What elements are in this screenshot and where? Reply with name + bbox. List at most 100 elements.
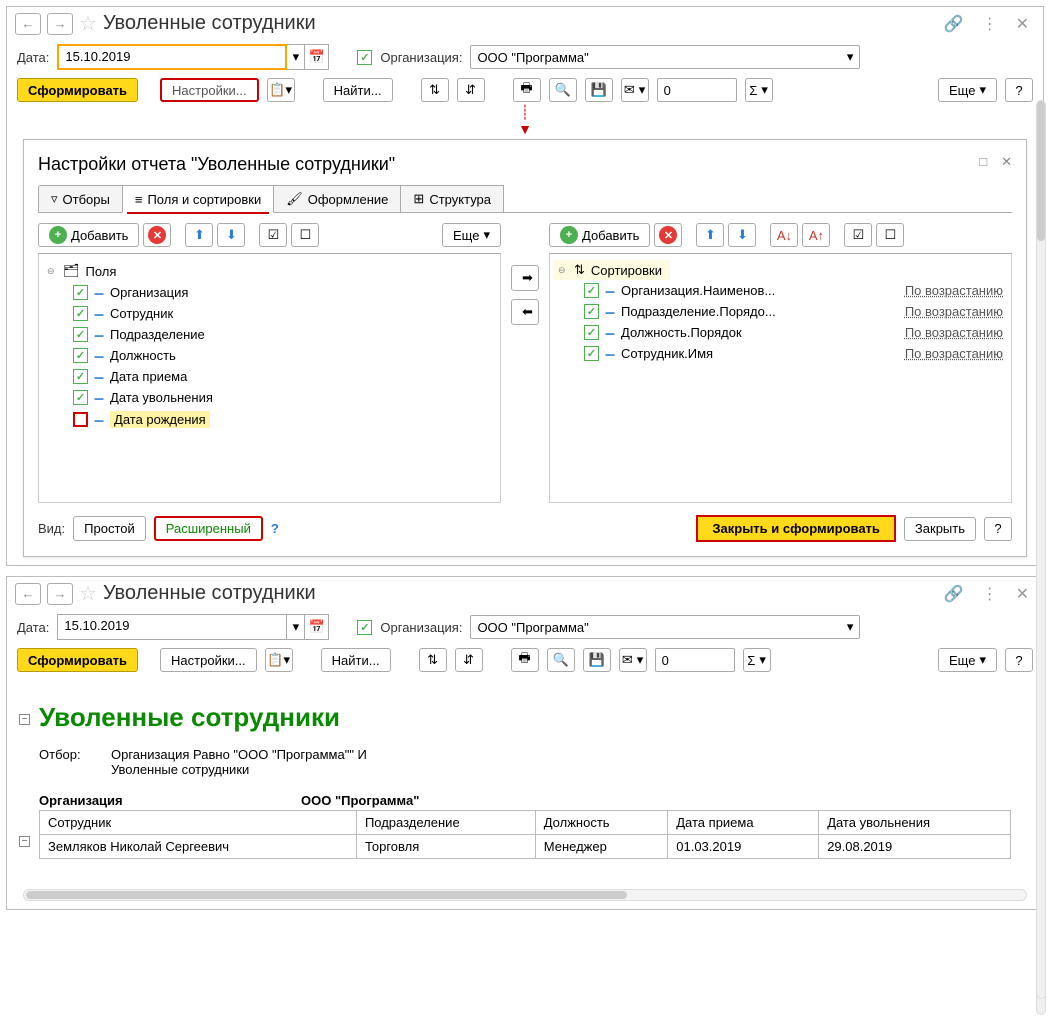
- chevron-down-icon[interactable]: ▾: [847, 619, 854, 635]
- move-down-button[interactable]: ⬇: [217, 223, 245, 247]
- sort-dir[interactable]: По возрастанию: [905, 304, 1003, 319]
- print-button[interactable]: 🖶: [511, 648, 539, 672]
- field-item[interactable]: ✓–Сотрудник: [43, 303, 496, 324]
- move-up-button[interactable]: ⬆: [185, 223, 213, 247]
- fields-root[interactable]: ⊖ 🗂 Поля: [43, 260, 496, 282]
- chevron-down-icon[interactable]: ▾: [847, 49, 854, 65]
- sort-dir[interactable]: По возрастанию: [905, 325, 1003, 340]
- preview-button[interactable]: 🔍: [549, 78, 577, 102]
- help-button[interactable]: ?: [1005, 648, 1033, 672]
- uncheck-all-button[interactable]: ☐: [291, 223, 319, 247]
- move-right-button[interactable]: ➡: [511, 265, 539, 291]
- group-toggle-icon[interactable]: −: [19, 714, 30, 725]
- delete-sort-button[interactable]: ✕: [654, 223, 682, 247]
- sort-dir[interactable]: По возрастанию: [905, 283, 1003, 298]
- sort-asc-button[interactable]: A↓: [770, 223, 798, 247]
- close-icon[interactable]: ✕: [1010, 12, 1035, 36]
- generate-button[interactable]: Сформировать: [17, 648, 138, 672]
- number-input[interactable]: 0: [657, 78, 737, 102]
- collapse-groups-button[interactable]: ⇵: [457, 78, 485, 102]
- tab-format[interactable]: 🖌Оформление: [273, 185, 401, 212]
- help-link[interactable]: ?: [271, 521, 279, 536]
- sort-dir[interactable]: По возрастанию: [905, 346, 1003, 361]
- variants-button[interactable]: 📋▾: [267, 78, 295, 102]
- group-toggle-icon[interactable]: −: [19, 836, 30, 847]
- find-button[interactable]: Найти...: [321, 648, 391, 672]
- link-icon[interactable]: 🔗: [938, 582, 970, 606]
- delete-field-button[interactable]: ✕: [143, 223, 171, 247]
- field-item[interactable]: ✓–Дата увольнения: [43, 387, 496, 408]
- variants-button[interactable]: 📋▾: [265, 648, 293, 672]
- table-row[interactable]: Земляков Николай Сергеевич Торговля Мене…: [40, 835, 1011, 859]
- settings-button[interactable]: Настройки...: [160, 78, 259, 102]
- collapse-icon[interactable]: ⊖: [558, 265, 568, 276]
- fields-more-button[interactable]: Еще ▾: [442, 223, 501, 247]
- mode-simple-button[interactable]: Простой: [73, 516, 146, 541]
- expand-groups-button[interactable]: ⇅: [419, 648, 447, 672]
- horizontal-scrollbar[interactable]: [23, 889, 1027, 901]
- close-button[interactable]: Закрыть: [904, 517, 976, 541]
- field-item-birthdate[interactable]: ✓–Дата рождения: [43, 408, 496, 431]
- date-input[interactable]: 15.10.2019: [57, 614, 287, 640]
- add-field-button[interactable]: + Добавить: [38, 223, 139, 247]
- favorite-star-icon[interactable]: ☆: [79, 11, 97, 36]
- field-item[interactable]: ✓–Должность: [43, 345, 496, 366]
- date-input[interactable]: 15.10.2019: [57, 44, 287, 70]
- sort-move-up-button[interactable]: ⬆: [696, 223, 724, 247]
- org-input[interactable]: ООО "Программа" ▾: [470, 45, 860, 69]
- collapse-groups-button[interactable]: ⇵: [455, 648, 483, 672]
- window2-scrollbar[interactable]: [1036, 100, 1046, 999]
- settings-button[interactable]: Настройки...: [160, 648, 257, 672]
- close-and-generate-button[interactable]: Закрыть и сформировать: [696, 515, 896, 542]
- mail-button[interactable]: ✉▾: [619, 648, 647, 672]
- move-left-button[interactable]: ⬅: [511, 299, 539, 325]
- tab-structure[interactable]: ⊞Структура: [400, 185, 504, 212]
- mail-button[interactable]: ✉▾: [621, 78, 649, 102]
- add-sort-button[interactable]: + Добавить: [549, 223, 650, 247]
- more-button[interactable]: Еще ▾: [938, 78, 997, 102]
- org-checkbox[interactable]: ✓: [357, 620, 372, 635]
- date-calendar-button[interactable]: 📅: [305, 614, 329, 640]
- sigma-button[interactable]: Σ▾: [743, 648, 771, 672]
- sort-check-all-button[interactable]: ☑: [844, 223, 872, 247]
- field-item[interactable]: ✓–Подразделение: [43, 324, 496, 345]
- close-icon[interactable]: ✕: [1010, 582, 1035, 606]
- check-all-button[interactable]: ☑: [259, 223, 287, 247]
- sort-desc-button[interactable]: A↑: [802, 223, 830, 247]
- mode-advanced-button[interactable]: Расширенный: [154, 516, 263, 541]
- tab-fields[interactable]: ≡Поля и сортировки: [122, 185, 274, 213]
- number-input[interactable]: 0: [655, 648, 735, 672]
- help-button[interactable]: ?: [1005, 78, 1033, 102]
- more-button[interactable]: Еще ▾: [938, 648, 997, 672]
- sort-move-down-button[interactable]: ⬇: [728, 223, 756, 247]
- menu-dots-icon[interactable]: ⋮: [976, 12, 1004, 36]
- nav-forward-button[interactable]: →: [47, 583, 73, 605]
- sorts-root[interactable]: ⊖ ⇅ Сортировки: [554, 260, 670, 280]
- settings-help-button[interactable]: ?: [984, 517, 1012, 541]
- nav-back-button[interactable]: ←: [15, 583, 41, 605]
- save-button[interactable]: 💾: [585, 78, 613, 102]
- sort-uncheck-all-button[interactable]: ☐: [876, 223, 904, 247]
- collapse-icon[interactable]: ⊖: [47, 266, 57, 277]
- preview-button[interactable]: 🔍: [547, 648, 575, 672]
- menu-dots-icon[interactable]: ⋮: [976, 582, 1004, 606]
- link-icon[interactable]: 🔗: [938, 12, 970, 36]
- sort-item[interactable]: ✓–Должность.ПорядокПо возрастанию: [554, 322, 1007, 343]
- nav-back-button[interactable]: ←: [15, 13, 41, 35]
- generate-button[interactable]: Сформировать: [17, 78, 138, 102]
- field-item[interactable]: ✓–Дата приема: [43, 366, 496, 387]
- date-calendar-button[interactable]: 📅: [305, 44, 329, 70]
- maximize-icon[interactable]: □: [979, 154, 987, 170]
- tab-filters[interactable]: ▿Отборы: [38, 185, 123, 212]
- sigma-button[interactable]: Σ▾: [745, 78, 773, 102]
- org-checkbox[interactable]: ✓: [357, 50, 372, 65]
- sort-item[interactable]: ✓–Сотрудник.ИмяПо возрастанию: [554, 343, 1007, 364]
- panel-close-icon[interactable]: ✕: [1001, 154, 1012, 170]
- org-input[interactable]: ООО "Программа" ▾: [470, 615, 860, 639]
- expand-groups-button[interactable]: ⇅: [421, 78, 449, 102]
- field-item[interactable]: ✓–Организация: [43, 282, 496, 303]
- find-button[interactable]: Найти...: [323, 78, 393, 102]
- sort-item[interactable]: ✓–Подразделение.Порядо...По возрастанию: [554, 301, 1007, 322]
- sort-item[interactable]: ✓–Организация.Наименов...По возрастанию: [554, 280, 1007, 301]
- date-dropdown-button[interactable]: ▾: [287, 44, 305, 70]
